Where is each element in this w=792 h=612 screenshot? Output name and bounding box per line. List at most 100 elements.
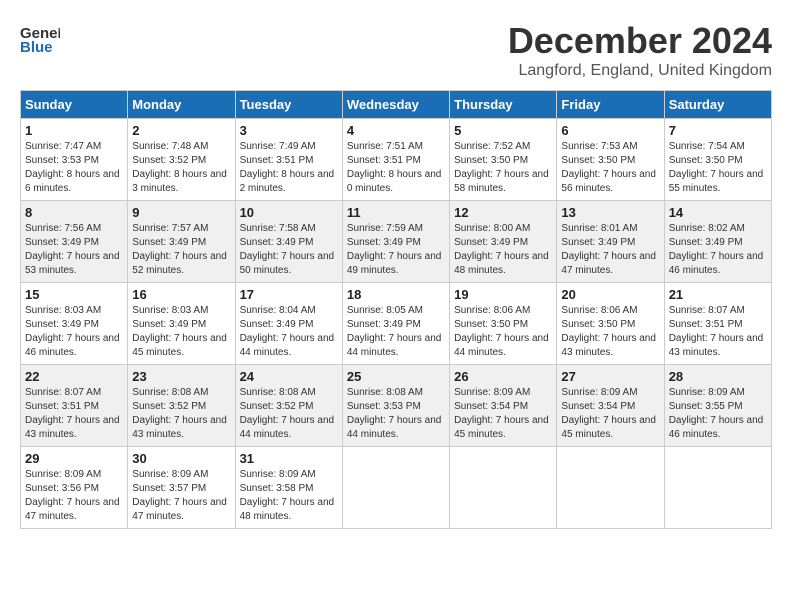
calendar-week-4: 22 Sunrise: 8:07 AMSunset: 3:51 PMDayligh… [21,365,772,447]
day-number: 9 [132,205,230,220]
day-info: Sunrise: 8:06 AMSunset: 3:50 PMDaylight:… [561,304,659,360]
calendar-week-5: 29Sunrise: 8:09 AMSunset: 3:56 PMDayligh… [21,447,772,529]
calendar-cell: 25Sunrise: 8:08 AMSunset: 3:53 PMDayligh… [342,365,449,447]
calendar-cell: 7 Sunrise: 7:54 AMSunset: 3:50 PMDaylight… [664,119,771,201]
day-info: Sunrise: 7:53 AMSunset: 3:50 PMDaylight:… [561,140,659,196]
day-number: 10 [240,205,338,220]
day-number: 16 [132,287,230,302]
calendar-cell: 4 Sunrise: 7:51 AMSunset: 3:51 PMDaylight… [342,119,449,201]
calendar-cell: 28 Sunrise: 8:09 AMSunset: 3:55 PMDayligh… [664,365,771,447]
calendar-cell: 16Sunrise: 8:03 AMSunset: 3:49 PMDayligh… [128,283,235,365]
day-info: Sunrise: 8:05 AMSunset: 3:49 PMDaylight:… [347,304,445,360]
calendar-cell [557,447,664,529]
day-number: 13 [561,205,659,220]
day-info: Sunrise: 8:07 AMSunset: 3:51 PMDaylight:… [25,386,123,442]
day-header-thursday: Thursday [450,91,557,119]
calendar-cell: 3 Sunrise: 7:49 AMSunset: 3:51 PMDaylight… [235,119,342,201]
day-number: 7 [669,123,767,138]
day-number: 6 [561,123,659,138]
day-header-tuesday: Tuesday [235,91,342,119]
day-number: 14 [669,205,767,220]
calendar-cell: 27Sunrise: 8:09 AMSunset: 3:54 PMDayligh… [557,365,664,447]
calendar-cell: 30 Sunrise: 8:09 AMSunset: 3:57 PMDayligh… [128,447,235,529]
day-number: 19 [454,287,552,302]
calendar-cell: 6 Sunrise: 7:53 AMSunset: 3:50 PMDaylight… [557,119,664,201]
day-number: 4 [347,123,445,138]
calendar-cell: 14 Sunrise: 8:02 AMSunset: 3:49 PMDayligh… [664,201,771,283]
calendar-cell: 29Sunrise: 8:09 AMSunset: 3:56 PMDayligh… [21,447,128,529]
day-number: 2 [132,123,230,138]
day-info: Sunrise: 7:57 AMSunset: 3:49 PMDaylight:… [132,222,230,278]
calendar-week-3: 15 Sunrise: 8:03 AMSunset: 3:49 PMDayligh… [21,283,772,365]
calendar-cell: 2 Sunrise: 7:48 AMSunset: 3:52 PMDaylight… [128,119,235,201]
logo-icon: General Blue [20,20,60,64]
location-title: Langford, England, United Kingdom [508,62,772,80]
day-info: Sunrise: 7:58 AMSunset: 3:49 PMDaylight:… [240,222,338,278]
day-header-friday: Friday [557,91,664,119]
calendar-cell: 26 Sunrise: 8:09 AMSunset: 3:54 PMDayligh… [450,365,557,447]
day-number: 30 [132,451,230,466]
calendar-cell [664,447,771,529]
day-info: Sunrise: 8:01 AMSunset: 3:49 PMDaylight:… [561,222,659,278]
day-info: Sunrise: 8:09 AMSunset: 3:55 PMDaylight:… [669,386,767,442]
calendar-header-row: SundayMondayTuesdayWednesdayThursdayFrid… [21,91,772,119]
day-info: Sunrise: 8:04 AMSunset: 3:49 PMDaylight:… [240,304,338,360]
calendar-cell [342,447,449,529]
calendar-cell: 18 Sunrise: 8:05 AMSunset: 3:49 PMDayligh… [342,283,449,365]
calendar-cell: 22 Sunrise: 8:07 AMSunset: 3:51 PMDayligh… [21,365,128,447]
calendar-cell: 10 Sunrise: 7:58 AMSunset: 3:49 PMDayligh… [235,201,342,283]
header: General Blue December 2024 Langford, Eng… [20,20,772,80]
day-info: Sunrise: 7:56 AMSunset: 3:49 PMDaylight:… [25,222,123,278]
calendar-cell: 19 Sunrise: 8:06 AMSunset: 3:50 PMDayligh… [450,283,557,365]
day-info: Sunrise: 7:52 AMSunset: 3:50 PMDaylight:… [454,140,552,196]
day-number: 23 [132,369,230,384]
day-number: 11 [347,205,445,220]
day-info: Sunrise: 8:00 AMSunset: 3:49 PMDaylight:… [454,222,552,278]
title-area: December 2024 Langford, England, United … [508,20,772,80]
day-number: 5 [454,123,552,138]
calendar-cell: 31Sunrise: 8:09 AMSunset: 3:58 PMDayligh… [235,447,342,529]
day-info: Sunrise: 7:54 AMSunset: 3:50 PMDaylight:… [669,140,767,196]
day-header-sunday: Sunday [21,91,128,119]
day-info: Sunrise: 8:08 AMSunset: 3:53 PMDaylight:… [347,386,445,442]
day-number: 3 [240,123,338,138]
day-number: 21 [669,287,767,302]
day-number: 12 [454,205,552,220]
day-header-monday: Monday [128,91,235,119]
day-number: 28 [669,369,767,384]
day-header-wednesday: Wednesday [342,91,449,119]
svg-text:Blue: Blue [20,39,53,56]
day-number: 18 [347,287,445,302]
calendar-cell: 15 Sunrise: 8:03 AMSunset: 3:49 PMDayligh… [21,283,128,365]
day-number: 20 [561,287,659,302]
day-number: 1 [25,123,123,138]
day-info: Sunrise: 8:02 AMSunset: 3:49 PMDaylight:… [669,222,767,278]
calendar-cell: 23 Sunrise: 8:08 AMSunset: 3:52 PMDayligh… [128,365,235,447]
calendar-week-1: 1Sunrise: 7:47 AMSunset: 3:53 PMDaylight… [21,119,772,201]
day-number: 8 [25,205,123,220]
day-info: Sunrise: 7:48 AMSunset: 3:52 PMDaylight:… [132,140,230,196]
day-info: Sunrise: 8:09 AMSunset: 3:54 PMDaylight:… [454,386,552,442]
day-info: Sunrise: 8:03 AMSunset: 3:49 PMDaylight:… [25,304,123,360]
calendar-cell: 11Sunrise: 7:59 AMSunset: 3:49 PMDayligh… [342,201,449,283]
calendar-cell: 12 Sunrise: 8:00 AMSunset: 3:49 PMDayligh… [450,201,557,283]
day-number: 15 [25,287,123,302]
day-number: 24 [240,369,338,384]
day-number: 26 [454,369,552,384]
day-info: Sunrise: 8:09 AMSunset: 3:54 PMDaylight:… [561,386,659,442]
calendar-cell: 1Sunrise: 7:47 AMSunset: 3:53 PMDaylight… [21,119,128,201]
day-info: Sunrise: 8:06 AMSunset: 3:50 PMDaylight:… [454,304,552,360]
month-title: December 2024 [508,20,772,62]
logo: General Blue [20,20,60,64]
day-info: Sunrise: 8:07 AMSunset: 3:51 PMDaylight:… [669,304,767,360]
day-info: Sunrise: 7:51 AMSunset: 3:51 PMDaylight:… [347,140,445,196]
calendar-body: 1Sunrise: 7:47 AMSunset: 3:53 PMDaylight… [21,119,772,529]
day-number: 29 [25,451,123,466]
day-info: Sunrise: 7:49 AMSunset: 3:51 PMDaylight:… [240,140,338,196]
calendar-cell [450,447,557,529]
day-number: 22 [25,369,123,384]
day-info: Sunrise: 8:09 AMSunset: 3:57 PMDaylight:… [132,468,230,524]
calendar-cell: 9 Sunrise: 7:57 AMSunset: 3:49 PMDaylight… [128,201,235,283]
calendar: SundayMondayTuesdayWednesdayThursdayFrid… [20,90,772,529]
day-info: Sunrise: 8:08 AMSunset: 3:52 PMDaylight:… [132,386,230,442]
